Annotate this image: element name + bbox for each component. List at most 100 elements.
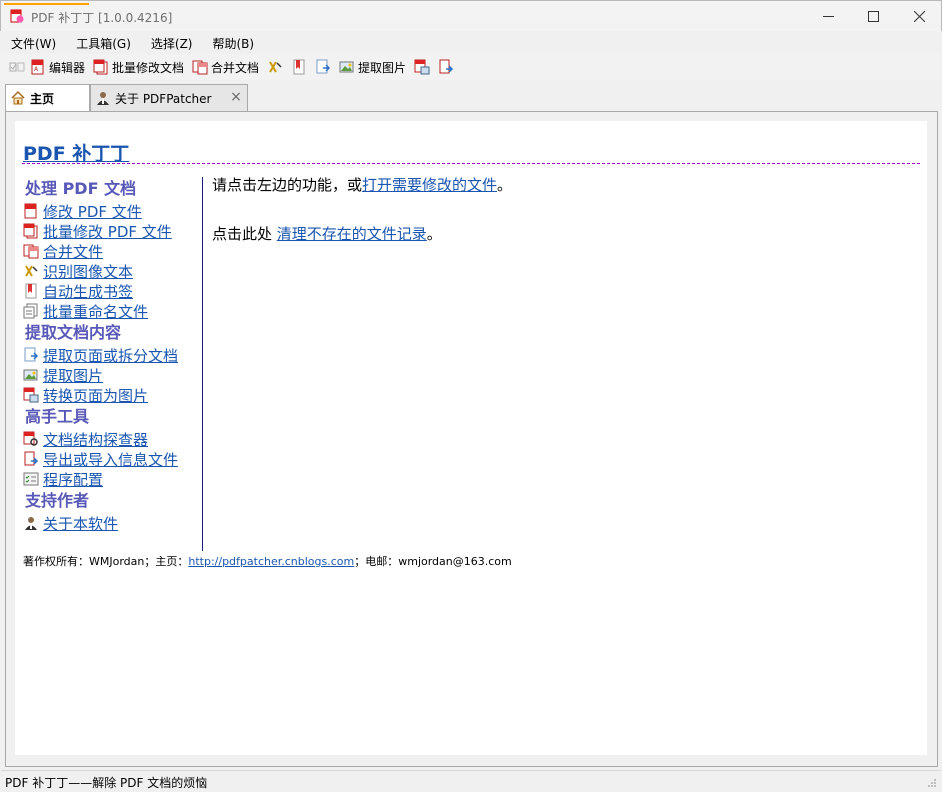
bookmark-icon: [293, 59, 305, 75]
nav-link-render-pages[interactable]: 转换页面为图片: [23, 385, 202, 405]
ocr-button[interactable]: [264, 56, 286, 78]
editor-label: 编辑器: [49, 60, 86, 75]
nav-link-label: 文档结构探查器: [43, 430, 149, 449]
bookmark-button[interactable]: [288, 56, 310, 78]
nav-link-label: 自动生成书签: [43, 282, 134, 301]
structure-explorer-icon: [23, 431, 38, 446]
cleanup-link[interactable]: 清理不存在的文件记录: [277, 225, 427, 243]
nav-link-extract-images[interactable]: 提取图片: [23, 365, 202, 385]
render-pages-icon: [23, 387, 39, 403]
nav-link-auto-bookmark[interactable]: 自动生成书签: [23, 281, 202, 301]
close-button[interactable]: [896, 1, 942, 31]
section-heading: 处理 PDF 文档: [25, 179, 137, 198]
cleanup-prompt: 点击此处 清理不存在的文件记录。: [212, 224, 442, 244]
status-text: PDF 补丁丁——解除 PDF 文档的烦恼: [5, 776, 208, 790]
extract-pages-icon: [316, 59, 331, 74]
nav-link-extract-pages[interactable]: 提取页面或拆分文档: [23, 345, 202, 365]
tab-about-label: 关于 PDFPatcher: [115, 91, 212, 106]
extract-images-icon: [339, 61, 354, 73]
nav-link-label: 批量重命名文件: [43, 302, 149, 321]
status-bar: PDF 补丁丁——解除 PDF 文档的烦恼: [1, 770, 941, 791]
extract-images-icon: [23, 369, 38, 381]
nav-link-label: 识别图像文本: [43, 262, 134, 281]
minimize-icon: [822, 15, 834, 17]
nav-link-label: 提取页面或拆分文档: [43, 346, 179, 365]
homepage-link[interactable]: http://pdfpatcher.cnblogs.com: [188, 555, 354, 568]
pdf-batch-icon: [23, 223, 38, 239]
tab-strip: 主页 关于 PDFPatcher ×: [1, 81, 941, 111]
nav-link-label: 合并文件: [43, 242, 104, 261]
close-icon: [913, 10, 925, 22]
resize-grip-icon[interactable]: [927, 778, 937, 788]
cleanup-prefix: 点击此处: [212, 225, 277, 243]
menu-bar: 文件(W) 工具箱(G) 选择(Z) 帮助(B): [1, 31, 941, 53]
ocr-icon: [269, 61, 282, 73]
nav-link-export-import-info[interactable]: 导出或导入信息文件: [23, 449, 202, 469]
section-heading: 提取文档内容: [25, 323, 122, 342]
pdf-edit-icon: A: [31, 59, 44, 75]
open-file-suffix: 。: [497, 176, 513, 194]
merge-label: 合并文档: [211, 60, 260, 75]
nav-link-label: 关于本软件: [43, 514, 119, 533]
page-title[interactable]: PDF 补丁丁: [23, 139, 129, 166]
tab-home-label: 主页: [30, 91, 55, 106]
section-heading: 高手工具: [25, 407, 90, 426]
tab-close-icon[interactable]: ×: [229, 90, 243, 104]
bookmark-icon: [25, 283, 37, 299]
nav-link-about[interactable]: 关于本软件: [23, 513, 202, 533]
batch-modify-button[interactable]: 批量修改文档: [90, 56, 187, 78]
home-icon: [11, 90, 25, 105]
nav-link-batch-modify[interactable]: 批量修改 PDF 文件: [23, 221, 202, 241]
nav-link-settings[interactable]: 程序配置: [23, 469, 202, 489]
render-pages-button[interactable]: [411, 56, 433, 78]
nav-link-batch-rename[interactable]: 批量重命名文件: [23, 301, 202, 321]
menu-file[interactable]: 文件(W): [1, 31, 66, 53]
menu-tools[interactable]: 工具箱(G): [66, 31, 141, 53]
nav-link-label: 批量修改 PDF 文件: [43, 222, 172, 241]
app-icon: [10, 9, 24, 23]
editor-button[interactable]: A 编辑器: [27, 56, 88, 78]
export-info-button[interactable]: [435, 56, 457, 78]
menu-help[interactable]: 帮助(B): [203, 31, 265, 53]
pdf-batch-icon: [93, 59, 108, 75]
tab-home[interactable]: 主页: [5, 84, 90, 111]
merge-icon: [192, 60, 208, 75]
batch-modify-label: 批量修改文档: [112, 60, 185, 75]
settings-icon: [23, 472, 39, 486]
open-file-link[interactable]: 打开需要修改的文件: [362, 176, 497, 194]
toolbar: A 编辑器 批量修改文档 合并文档 提取图片: [1, 54, 941, 80]
nav-link-label: 程序配置: [43, 470, 104, 489]
extract-pages-button[interactable]: [312, 56, 334, 78]
person-icon: [25, 517, 37, 530]
title-bar: PDF 补丁丁 [1.0.0.4216]: [0, 0, 942, 31]
cleanup-suffix: 。: [426, 225, 442, 243]
export-info-icon: [24, 451, 39, 466]
rename-icon: [23, 303, 38, 319]
tab-about[interactable]: 关于 PDFPatcher ×: [90, 84, 248, 111]
person-icon: [97, 92, 109, 105]
minimize-button[interactable]: [805, 1, 851, 31]
copyright-line: 著作权所有：WMJordan；主页：http://pdfpatcher.cnbl…: [23, 553, 512, 569]
extract-images-label: 提取图片: [358, 60, 407, 75]
nav-link-ocr[interactable]: 识别图像文本: [23, 261, 202, 281]
open-file-prompt: 请点击左边的功能，或打开需要修改的文件。: [212, 175, 512, 195]
nav-link-label: 提取图片: [43, 366, 104, 385]
maximize-icon: [867, 10, 879, 22]
render-pages-icon: [414, 59, 430, 75]
merge-button[interactable]: 合并文档: [189, 56, 262, 78]
export-info-icon: [439, 59, 454, 74]
nav-link-structure-explorer[interactable]: 文档结构探查器: [23, 429, 202, 449]
pdf-edit-icon: [24, 203, 37, 219]
maximize-button[interactable]: [850, 1, 896, 31]
extract-images-button[interactable]: 提取图片: [336, 56, 409, 78]
function-nav: 处理 PDF 文档 修改 PDF 文件 批量修改 PDF 文件 合并文件 识别图…: [23, 177, 203, 551]
active-tab-accent: [4, 3, 89, 5]
title-divider: [22, 163, 920, 164]
window-title: PDF 补丁丁 [1.0.0.4216]: [31, 11, 173, 25]
nav-link-merge[interactable]: 合并文件: [23, 241, 202, 261]
nav-link-modify-pdf[interactable]: 修改 PDF 文件: [23, 201, 202, 221]
toolbar-grip-icon[interactable]: [9, 59, 27, 75]
extract-pages-icon: [24, 347, 39, 362]
nav-link-label: 导出或导入信息文件: [43, 450, 179, 469]
menu-select[interactable]: 选择(Z): [141, 31, 203, 53]
